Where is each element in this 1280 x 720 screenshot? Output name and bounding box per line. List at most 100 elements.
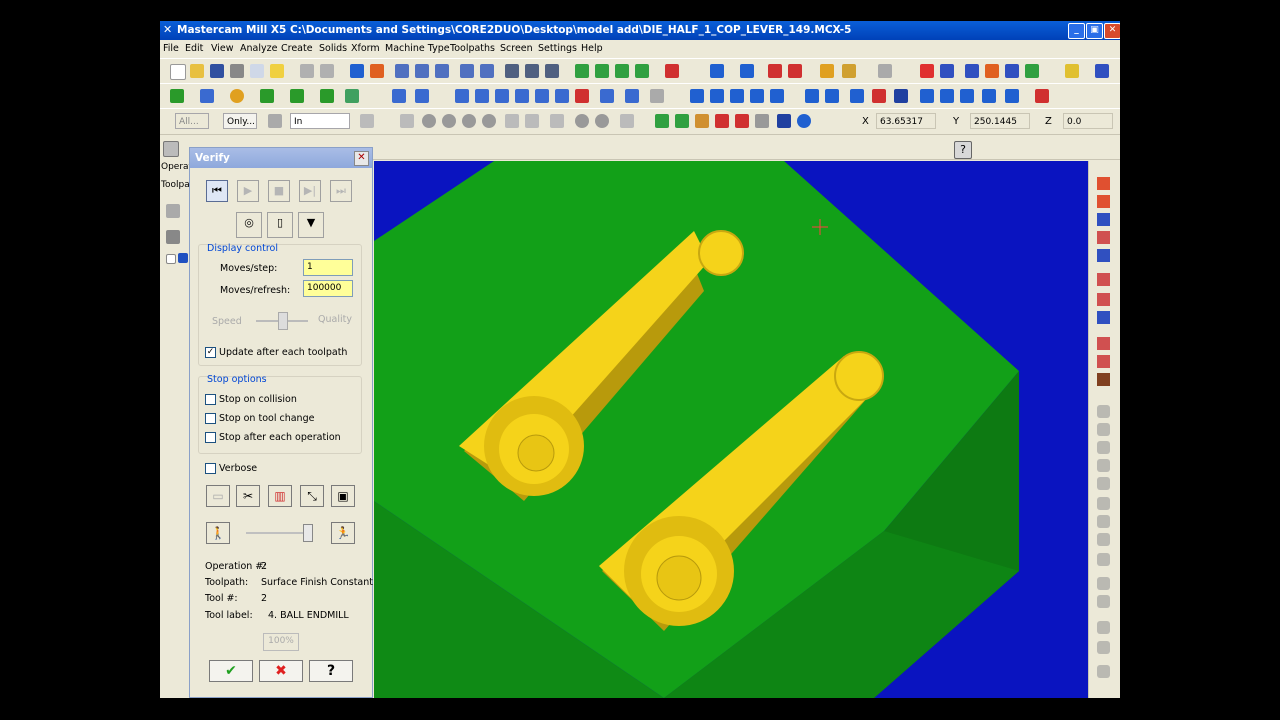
menu-analyze[interactable]: Analyze bbox=[240, 43, 277, 54]
zoom-target-icon[interactable] bbox=[460, 64, 474, 78]
dimension-icon[interactable] bbox=[1097, 213, 1110, 226]
xform-mirror-icon[interactable] bbox=[455, 89, 469, 103]
xform-rotate-icon[interactable] bbox=[415, 89, 429, 103]
select-all-ops-icon[interactable] bbox=[166, 204, 180, 218]
letters-icon[interactable] bbox=[345, 89, 359, 103]
save-icon[interactable] bbox=[210, 64, 224, 78]
trim-break-icon[interactable] bbox=[600, 89, 614, 103]
tool-i-icon[interactable] bbox=[1097, 553, 1110, 566]
verify-mark-icon[interactable] bbox=[525, 114, 539, 128]
fit-icon[interactable] bbox=[395, 64, 409, 78]
y-coord-field[interactable]: 250.1445 bbox=[970, 113, 1030, 129]
close-button[interactable]: ✕ bbox=[1104, 23, 1120, 39]
menu-help[interactable]: Help bbox=[581, 43, 603, 54]
menu-xform[interactable]: Xform bbox=[351, 43, 380, 54]
menu-toolpaths[interactable]: Toolpaths bbox=[450, 43, 495, 54]
xform-stretch-icon[interactable] bbox=[575, 89, 589, 103]
print-preview-icon[interactable] bbox=[250, 64, 264, 78]
grid-red-icon[interactable] bbox=[1097, 177, 1110, 190]
mode-tool-button[interactable]: ▼ bbox=[298, 212, 324, 238]
zoom-window-icon[interactable] bbox=[415, 64, 429, 78]
menu-create[interactable]: Create bbox=[281, 43, 313, 54]
surface-net-icon[interactable] bbox=[1097, 355, 1110, 368]
view-right-icon[interactable] bbox=[635, 64, 649, 78]
tab-toolpaths[interactable]: Toolpa bbox=[161, 180, 190, 190]
bar-icon[interactable] bbox=[715, 114, 729, 128]
sweep-icon[interactable] bbox=[1097, 273, 1110, 286]
update-checkbox[interactable]: ✓ bbox=[205, 347, 216, 358]
tool-l-icon[interactable] bbox=[1097, 621, 1110, 634]
dot-icon[interactable] bbox=[595, 114, 609, 128]
pan-icon[interactable] bbox=[350, 64, 364, 78]
redo-icon[interactable] bbox=[320, 64, 334, 78]
moves-refresh-input[interactable]: 100000 bbox=[303, 280, 353, 297]
selection-mode-icon[interactable] bbox=[268, 114, 282, 128]
modify-icon[interactable] bbox=[650, 89, 664, 103]
tool-f-icon[interactable] bbox=[1097, 497, 1110, 510]
graphics-viewport[interactable] bbox=[374, 161, 1088, 698]
tree-expand-icon[interactable] bbox=[166, 254, 176, 264]
verbose-checkbox[interactable] bbox=[205, 463, 216, 474]
moves-step-input[interactable]: 1 bbox=[303, 259, 353, 276]
tool-n-icon[interactable] bbox=[1097, 665, 1110, 678]
analyze-icon[interactable] bbox=[920, 64, 934, 78]
select-all-button[interactable]: All... bbox=[175, 113, 209, 129]
xform-scale-icon[interactable] bbox=[475, 89, 489, 103]
circle-icon[interactable] bbox=[230, 89, 244, 103]
verify-stop-icon[interactable] bbox=[422, 114, 436, 128]
view-top-icon[interactable] bbox=[595, 64, 609, 78]
view-iso-icon[interactable] bbox=[575, 64, 589, 78]
sigma-icon[interactable] bbox=[1005, 64, 1019, 78]
surface-revolve-icon[interactable] bbox=[730, 89, 744, 103]
pin-icon[interactable] bbox=[163, 141, 179, 157]
sphere-shade-icon[interactable] bbox=[777, 114, 791, 128]
solid-manager-icon[interactable] bbox=[982, 89, 996, 103]
pencil-icon[interactable] bbox=[820, 64, 834, 78]
xform-roll-icon[interactable] bbox=[555, 89, 569, 103]
curve-icon[interactable] bbox=[1097, 293, 1110, 306]
shading-icon[interactable] bbox=[665, 64, 679, 78]
machine-group-icon[interactable] bbox=[178, 253, 188, 263]
run-fast-button[interactable]: 🏃 bbox=[331, 522, 355, 544]
shade-solid-icon[interactable] bbox=[768, 64, 782, 78]
verify-run-icon[interactable] bbox=[462, 114, 476, 128]
sphere-icon[interactable] bbox=[740, 64, 754, 78]
join-icon[interactable] bbox=[625, 89, 639, 103]
surface-icon[interactable] bbox=[690, 89, 704, 103]
open-folder-icon[interactable] bbox=[190, 64, 204, 78]
box-icon[interactable] bbox=[1097, 249, 1110, 262]
stop-button[interactable]: ■ bbox=[268, 180, 290, 202]
menu-solids[interactable]: Solids bbox=[319, 43, 347, 54]
play-button[interactable]: ▶ bbox=[237, 180, 259, 202]
mesh-icon[interactable] bbox=[1097, 337, 1110, 350]
levels-icon[interactable] bbox=[1065, 64, 1079, 78]
help-icon[interactable]: ? bbox=[954, 141, 972, 159]
menu-file[interactable]: File bbox=[163, 43, 179, 54]
pointer-icon[interactable] bbox=[400, 114, 414, 128]
tool-e-icon[interactable] bbox=[1097, 477, 1110, 490]
fast-forward-button[interactable]: ⏭ bbox=[330, 180, 352, 202]
xform-array-icon[interactable] bbox=[535, 89, 549, 103]
stop-toolchange-checkbox[interactable] bbox=[205, 413, 216, 424]
trim-icon[interactable] bbox=[985, 64, 999, 78]
level-icon[interactable] bbox=[735, 114, 749, 128]
help-button[interactable]: ? bbox=[309, 660, 353, 682]
drill-icon[interactable] bbox=[1097, 373, 1110, 386]
menu-settings[interactable]: Settings bbox=[538, 43, 577, 54]
view-front-icon[interactable] bbox=[615, 64, 629, 78]
xform-project-icon[interactable] bbox=[515, 89, 529, 103]
new-file-icon[interactable] bbox=[170, 64, 186, 80]
shade-wire-icon[interactable] bbox=[788, 64, 802, 78]
tag-icon[interactable] bbox=[1097, 231, 1110, 244]
solid-extrude-icon[interactable] bbox=[805, 89, 819, 103]
x-coord-field[interactable]: 63.65317 bbox=[876, 113, 936, 129]
tool-d-icon[interactable] bbox=[1097, 459, 1110, 472]
tool-m-icon[interactable] bbox=[1097, 641, 1110, 654]
menu-screen[interactable]: Screen bbox=[500, 43, 533, 54]
walk-slow-button[interactable]: 🚶 bbox=[206, 522, 230, 544]
histogram-button[interactable]: ▥ bbox=[268, 485, 292, 507]
speed-slider-thumb[interactable] bbox=[303, 524, 313, 542]
lines-red-icon[interactable] bbox=[1097, 195, 1110, 208]
chamfer-icon[interactable] bbox=[320, 89, 334, 103]
tool-j-icon[interactable] bbox=[1097, 577, 1110, 590]
